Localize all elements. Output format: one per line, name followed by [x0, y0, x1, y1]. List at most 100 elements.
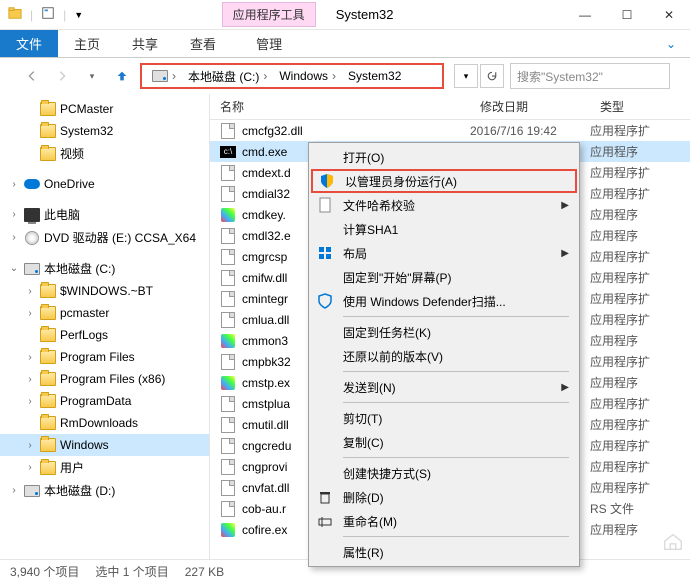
tree-item[interactable]: › DVD 驱动器 (E:) CCSA_X64: [0, 226, 209, 249]
breadcrumb[interactable]: › 本地磁盘 (C:) › Windows › System32: [140, 63, 444, 89]
tree-item[interactable]: RmDownloads: [0, 412, 209, 434]
expander-icon[interactable]: ›: [24, 439, 36, 451]
ribbon-expand-icon[interactable]: ⌄: [652, 30, 690, 57]
menu-item[interactable]: 固定到任务栏(K): [311, 320, 577, 344]
delete-icon: [315, 487, 335, 507]
recent-dropdown-icon[interactable]: ▾: [80, 64, 104, 88]
folder-icon: [40, 146, 56, 162]
menu-item[interactable]: 复制(C): [311, 430, 577, 454]
menu-item[interactable]: 计算SHA1: [311, 217, 577, 241]
file-name: cmpbk32: [242, 355, 291, 369]
expander-icon[interactable]: ›: [24, 285, 36, 297]
close-button[interactable]: ✕: [648, 1, 690, 29]
refresh-button[interactable]: [480, 64, 504, 88]
file-type: 应用程序扩: [590, 437, 690, 454]
tree-item[interactable]: › Program Files: [0, 346, 209, 368]
folder-icon: [40, 101, 56, 117]
menu-item[interactable]: 删除(D): [311, 485, 577, 509]
menu-item[interactable]: 还原以前的版本(V): [311, 344, 577, 368]
maximize-button[interactable]: ☐: [606, 1, 648, 29]
tab-view[interactable]: 查看: [174, 30, 232, 57]
tree-item-label: 本地磁盘 (C:): [44, 260, 115, 277]
tree-item[interactable]: 视频: [0, 142, 209, 165]
file-icon: [220, 291, 236, 307]
file-icon: [220, 123, 236, 139]
menu-item-label: 发送到(N): [343, 379, 396, 396]
expander-icon[interactable]: [24, 329, 36, 341]
expander-icon[interactable]: [24, 103, 36, 115]
expander-icon[interactable]: ›: [8, 485, 20, 497]
menu-item[interactable]: 文件哈希校验 ▶: [311, 193, 577, 217]
tree-item[interactable]: System32: [0, 120, 209, 142]
menu-item[interactable]: 固定到"开始"屏幕(P): [311, 265, 577, 289]
submenu-arrow-icon: ▶: [561, 382, 569, 393]
expander-icon[interactable]: [24, 125, 36, 137]
menu-item[interactable]: 创建快捷方式(S): [311, 461, 577, 485]
watermark: [662, 531, 684, 553]
back-button[interactable]: [20, 64, 44, 88]
tree-item[interactable]: PCMaster: [0, 98, 209, 120]
tree-item[interactable]: › pcmaster: [0, 302, 209, 324]
menu-item[interactable]: 发送到(N) ▶: [311, 375, 577, 399]
file-tab[interactable]: 文件: [0, 30, 58, 57]
tree-item[interactable]: › 此电脑: [0, 203, 209, 226]
tree-item[interactable]: › Program Files (x86): [0, 368, 209, 390]
column-name[interactable]: 名称: [210, 98, 470, 115]
expander-icon[interactable]: ›: [8, 178, 20, 190]
menu-item-label: 剪切(T): [343, 410, 382, 427]
folder-icon: [40, 460, 56, 476]
tree-item[interactable]: ⌄ 本地磁盘 (C:): [0, 257, 209, 280]
expander-icon[interactable]: [24, 148, 36, 160]
tree-item[interactable]: › 本地磁盘 (D:): [0, 479, 209, 502]
expander-icon[interactable]: ⌄: [8, 263, 20, 275]
tree-item[interactable]: › 用户: [0, 456, 209, 479]
selection-size: 227 KB: [185, 565, 224, 579]
minimize-button[interactable]: —: [564, 1, 606, 29]
address-dropdown-icon[interactable]: ▾: [454, 64, 478, 88]
expander-icon[interactable]: [24, 417, 36, 429]
tree-item[interactable]: PerfLogs: [0, 324, 209, 346]
tab-manage[interactable]: 管理: [240, 30, 298, 57]
search-input[interactable]: 搜索"System32": [510, 63, 670, 89]
folder-icon: [40, 349, 56, 365]
expander-icon[interactable]: ›: [24, 307, 36, 319]
expander-icon[interactable]: ›: [24, 373, 36, 385]
tree-item[interactable]: › $WINDOWS.~BT: [0, 280, 209, 302]
tree-item[interactable]: › OneDrive: [0, 173, 209, 195]
file-icon: [220, 207, 236, 223]
breadcrumb-segment: 本地磁盘 (C:) ›: [182, 65, 273, 87]
folder-icon: [8, 6, 22, 23]
file-icon: [220, 165, 236, 181]
up-button[interactable]: [110, 64, 134, 88]
cloud-icon: [24, 176, 40, 192]
properties-icon[interactable]: [41, 6, 55, 23]
tab-home[interactable]: 主页: [58, 30, 116, 57]
file-name: cnvfat.dll: [242, 481, 289, 495]
expander-icon[interactable]: ›: [24, 395, 36, 407]
file-type: 应用程序: [590, 374, 690, 391]
column-type[interactable]: 类型: [590, 98, 690, 115]
menu-item[interactable]: 使用 Windows Defender扫描...: [311, 289, 577, 313]
navigation-tree[interactable]: PCMaster System32 视频 › OneDrive › 此电脑 › …: [0, 94, 210, 559]
selection-count: 选中 1 个项目: [95, 563, 168, 580]
blank-icon: [315, 322, 335, 342]
menu-item[interactable]: 剪切(T): [311, 406, 577, 430]
menu-item[interactable]: 属性(R): [311, 540, 577, 564]
expander-icon[interactable]: ›: [8, 232, 20, 244]
expander-icon[interactable]: ›: [24, 462, 36, 474]
menu-item[interactable]: 布局 ▶: [311, 241, 577, 265]
file-row[interactable]: cmcfg32.dll 2016/7/16 19:42 应用程序扩: [210, 120, 690, 141]
tree-item[interactable]: › Windows: [0, 434, 209, 456]
tab-share[interactable]: 共享: [116, 30, 174, 57]
dropdown-icon[interactable]: ▼: [74, 10, 83, 20]
breadcrumb-root-icon[interactable]: ›: [146, 65, 182, 87]
expander-icon[interactable]: ›: [8, 209, 20, 221]
column-date[interactable]: 修改日期: [470, 98, 590, 115]
forward-button[interactable]: [50, 64, 74, 88]
expander-icon[interactable]: ›: [24, 351, 36, 363]
menu-item[interactable]: 重命名(M): [311, 509, 577, 533]
rename-icon: [315, 511, 335, 531]
tree-item[interactable]: › ProgramData: [0, 390, 209, 412]
menu-item[interactable]: 打开(O): [311, 145, 577, 169]
menu-item[interactable]: 以管理员身份运行(A): [311, 169, 577, 193]
